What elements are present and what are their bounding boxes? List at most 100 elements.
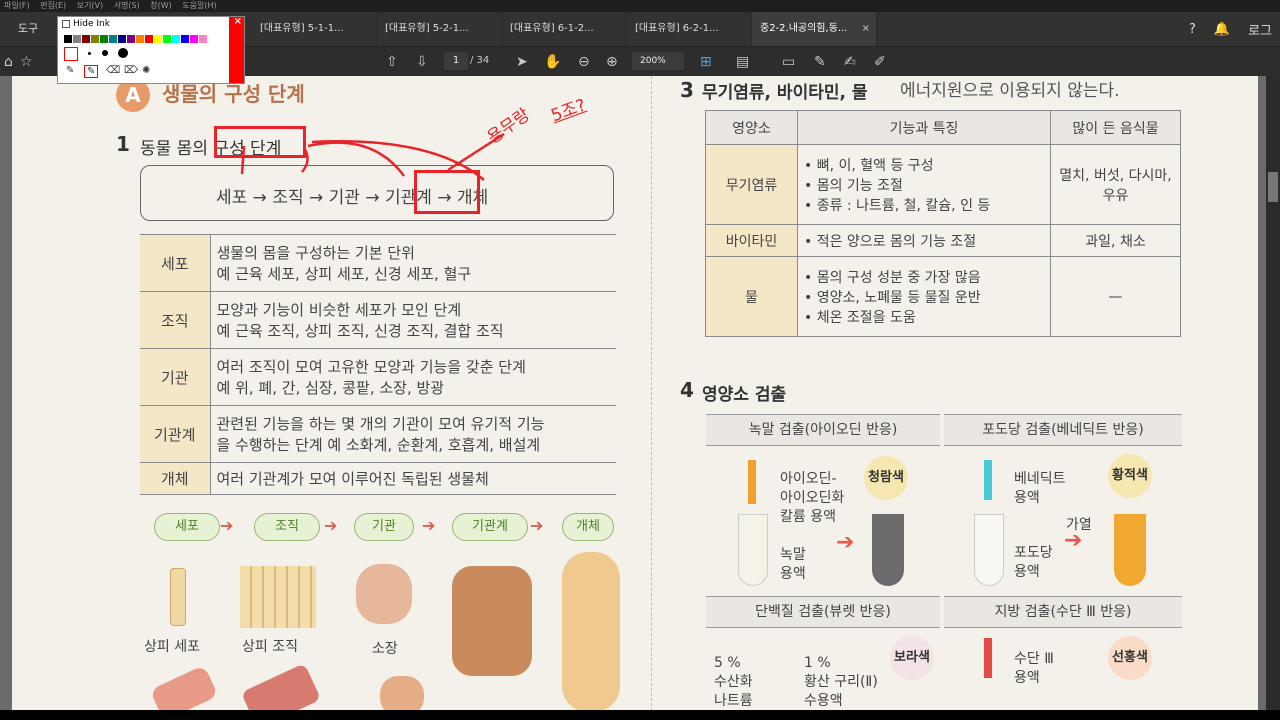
color-swatch[interactable] — [109, 35, 117, 43]
brush-size-medium[interactable] — [102, 50, 108, 56]
help-icon[interactable]: ? — [1189, 22, 1196, 37]
color-swatch[interactable] — [64, 35, 72, 43]
pen-icon[interactable]: ✎ — [66, 65, 74, 76]
close-icon[interactable]: × — [862, 12, 870, 46]
color-swatch[interactable] — [118, 35, 126, 43]
human-body-image — [562, 552, 620, 710]
result-badge: 선홍색 — [1108, 636, 1152, 680]
color-swatch[interactable] — [163, 35, 171, 43]
nutrient-food: 과일, 채소 — [1050, 224, 1181, 257]
laser-icon[interactable]: ✺ — [142, 65, 150, 76]
level-key: 기관계 — [140, 405, 211, 463]
color-swatch[interactable] — [154, 35, 162, 43]
zoom-out-icon[interactable]: ⊖ — [578, 53, 590, 71]
desc-line: • 뼈, 이, 혈액 등 구성 — [804, 157, 934, 174]
subsection-number: 4 — [680, 378, 694, 402]
color-swatch[interactable] — [136, 35, 144, 43]
arrow-right-icon: ➔ — [422, 516, 436, 535]
tools-label[interactable]: 도구 — [18, 12, 38, 46]
top-right-icons: ? 🔔 로그 — [1189, 12, 1280, 46]
table-row: 바이타민 • 적은 양으로 몸의 기능 조절 과일, 채소 — [705, 224, 1181, 257]
tab-doc-2[interactable]: [대표유형] 5-2-1... — [377, 12, 502, 46]
document-viewport[interactable]: A 생물의 구성 단계 1 동물 몸의 구성 단계 세포 → 조직 → 기관 →… — [0, 76, 1280, 710]
subsection-title: 영양소 검출 — [702, 385, 787, 405]
color-swatch[interactable] — [100, 35, 108, 43]
eraser-icon[interactable]: ⌫ — [106, 65, 120, 76]
dropper-image — [748, 460, 756, 504]
table-header-row: 영양소 기능과 특징 많이 든 음식물 — [705, 110, 1181, 145]
home-icon[interactable]: ⌂ — [4, 53, 13, 71]
tab-doc-3[interactable]: [대표유형] 6-1-2... — [502, 12, 627, 46]
nutrient-desc: • 몸의 구성 성분 중 가장 많음 • 영양소, 노폐물 등 물질 운반 • … — [797, 256, 1051, 337]
select-cursor-icon[interactable]: ➤ — [516, 53, 528, 71]
vertical-scrollbar[interactable] — [1266, 76, 1280, 710]
marquee-zoom-icon[interactable]: ⊞ — [700, 53, 712, 71]
menu-window[interactable]: 창(W) — [150, 1, 172, 10]
test-header-fat: 지방 검출(수단 Ⅲ 반응) — [944, 596, 1182, 628]
ink-tool-row: ✎ ✎ ⌫ ⌦ ✺ — [64, 65, 224, 81]
color-swatch[interactable] — [181, 35, 189, 43]
color-swatch[interactable] — [91, 35, 99, 43]
result-tube-image — [1114, 514, 1146, 586]
page-display-icon[interactable]: ▤ — [736, 53, 749, 71]
fill-sign-icon[interactable]: ✐ — [874, 53, 886, 71]
color-swatch[interactable] — [172, 35, 180, 43]
bell-icon[interactable]: 🔔 — [1214, 22, 1230, 37]
table-row: 기관 여러 조직이 모여 고유한 모양과 기능을 갖춘 단계 예 위, 폐, 간, … — [140, 348, 616, 406]
zoom-in-icon[interactable]: ⊕ — [606, 53, 618, 71]
color-swatch[interactable] — [199, 35, 207, 43]
menu-help[interactable]: 도움말(H) — [182, 1, 216, 10]
nutrient-desc: • 뼈, 이, 혈액 등 구성 • 몸의 기능 조절 • 종류 : 나트륨, 철… — [797, 144, 1051, 225]
tab-doc-active[interactable]: 중2-2.내공의힘,동... × — [752, 12, 877, 46]
test-header-starch: 녹말 검출(아이오딘 반응) — [706, 414, 940, 446]
sign-icon[interactable]: ✍ — [844, 53, 856, 71]
menu-file[interactable]: 파일(F) — [4, 1, 30, 10]
table-row: 세포 생물의 몸을 구성하는 기본 단위 예 근육 세포, 상피 세포, 신경 세포… — [140, 234, 616, 292]
reagent-label: 1 % 황산 구리(Ⅱ) 수용액 — [804, 655, 878, 709]
color-swatch[interactable] — [82, 35, 90, 43]
desc-line: • 체온 조절을 도움 — [804, 309, 916, 326]
brush-size-large[interactable] — [118, 48, 128, 58]
hide-ink-checkbox[interactable] — [62, 20, 70, 28]
stage-chip: 조직 — [254, 513, 320, 541]
account-label[interactable]: 로그 — [1248, 20, 1272, 39]
hand-tool-icon[interactable]: ✋ — [544, 53, 561, 71]
hide-ink-label: Hide Ink — [73, 19, 110, 29]
menu-edit[interactable]: 편집(E) — [40, 1, 66, 10]
scrollbar-thumb[interactable] — [1268, 172, 1278, 202]
color-swatch[interactable] — [145, 35, 153, 43]
color-swatch[interactable] — [127, 35, 135, 43]
sample-label: 포도당 용액 — [1014, 545, 1053, 580]
tab-doc-4[interactable]: [대표유형] 6-2-1... — [627, 12, 752, 46]
digestive-system-image — [452, 566, 532, 676]
page-down-icon[interactable]: ⇩ — [416, 53, 428, 71]
menu-sign[interactable]: 서명(S) — [114, 1, 140, 10]
page-number-input[interactable]: 1 — [444, 52, 468, 70]
muscle-cell-image — [149, 664, 219, 710]
tab-doc-1[interactable]: [대표유형] 5-1-1... — [252, 12, 377, 46]
highlighter-icon[interactable]: ✎ — [84, 65, 99, 78]
desc-line: • 적은 양으로 몸의 기능 조절 — [804, 233, 977, 250]
page-up-icon[interactable]: ⇧ — [386, 53, 398, 71]
reagent-label: 베네딕트 용액 — [1014, 471, 1066, 506]
menu-view[interactable]: 보기(V) — [77, 1, 103, 10]
brush-size-selected[interactable] — [64, 47, 78, 61]
subsection-title: 무기염류, 바이타민, 물 — [702, 83, 868, 103]
level-desc: 여러 조직이 모여 고유한 모양과 기능을 갖춘 단계 예 위, 폐, 간, 심장… — [210, 348, 616, 406]
star-icon[interactable]: ☆ — [20, 53, 33, 71]
brush-size-small[interactable] — [88, 52, 91, 55]
table-row: 개체 여러 기관계가 모여 이루어진 독립된 생물체 — [140, 462, 616, 495]
stage-chip: 개체 — [562, 513, 614, 541]
color-swatch[interactable] — [190, 35, 198, 43]
hide-ink-toggle[interactable]: Hide Ink — [62, 19, 110, 29]
comment-icon[interactable]: ▭ — [782, 53, 795, 71]
close-icon[interactable]: × — [234, 16, 242, 27]
level-line: 관련된 기능을 하는 몇 개의 기관이 모여 유기적 기능 — [216, 415, 545, 433]
zoom-select[interactable]: 200% — [632, 52, 684, 70]
subsection-number: 3 — [680, 78, 694, 102]
pen-icon[interactable]: ✎ — [814, 53, 826, 71]
color-swatch[interactable] — [73, 35, 81, 43]
table-row: 무기염류 • 뼈, 이, 혈액 등 구성 • 몸의 기능 조절 • 종류 : 나… — [705, 144, 1181, 225]
muscle-tissue-image — [240, 663, 322, 710]
eraser-all-icon[interactable]: ⌦ — [124, 65, 138, 76]
